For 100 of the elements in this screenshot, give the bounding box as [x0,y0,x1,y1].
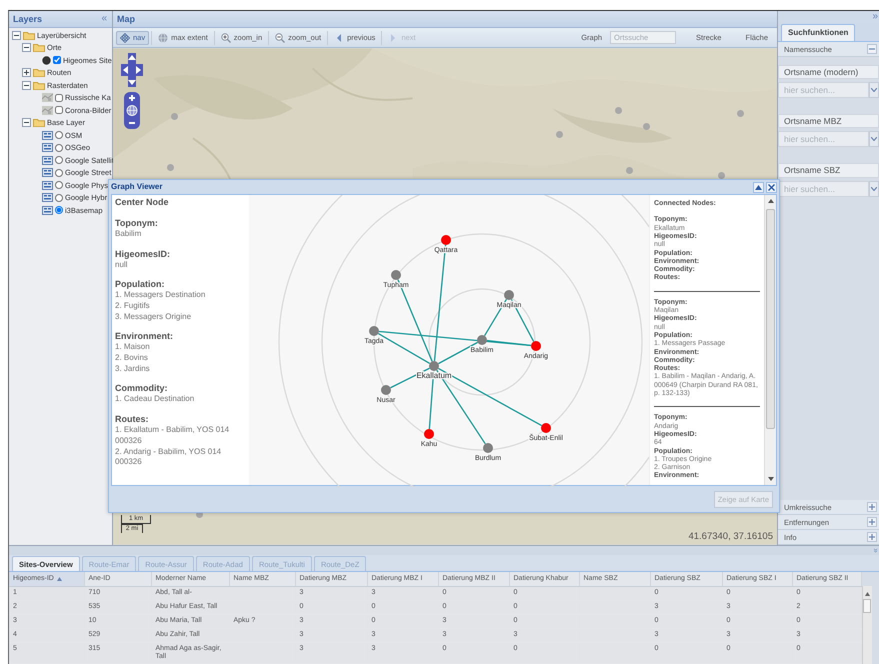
scroll-thumb[interactable] [766,209,775,429]
layer-icon [42,193,53,202]
layer-radio[interactable] [55,181,63,190]
graph-node[interactable] [483,443,493,453]
expand-button[interactable] [867,532,877,542]
field-value: 1. Maison [115,342,151,354]
graph-node[interactable] [391,270,401,280]
coordinates-readout: 41.67340, 37.16105 [688,530,773,542]
field-label: Commodity: [115,383,168,394]
plus-icon [869,519,875,525]
dropdown-button[interactable] [869,131,879,148]
close-icon [768,184,775,190]
dropdown-button[interactable] [869,82,879,98]
graph-node[interactable] [541,423,551,433]
layer-checkbox[interactable] [55,94,63,102]
field-value: 2. Fugitifs [115,300,151,312]
zoom-in-icon [220,32,231,42]
field-value: null [115,260,128,270]
scrollbar[interactable] [862,586,872,664]
dialog-title: Graph Viewer [111,182,162,192]
caret-down-icon [871,137,877,142]
layer-radio[interactable] [55,144,63,152]
layer-icon [42,180,53,190]
field-label: Population: [115,279,166,290]
field-label: Ortsname SBZ [778,163,879,178]
close-button[interactable] [766,182,777,192]
layer-icon [42,143,53,152]
minimize-button[interactable] [753,182,764,192]
map-thumbnail-icon [42,93,53,102]
panel-title: Map [117,14,135,24]
graph-node[interactable] [504,290,514,300]
field-label: Routes: [115,414,150,426]
layer-radio[interactable] [55,194,63,202]
folder-icon [33,68,45,78]
layer-icon [42,206,53,215]
layer-icon [42,168,53,178]
field-label: Toponym: [115,218,159,229]
scrollbar[interactable] [764,195,776,485]
zoom-bar[interactable] [124,92,140,129]
scroll-up-icon [768,199,774,203]
layer-radio[interactable] [55,131,63,140]
expand-button[interactable] [867,502,877,512]
move-icon [120,32,130,42]
graph-node[interactable] [424,429,434,439]
expand-toggle[interactable] [12,30,21,40]
zoom-out-icon [275,32,286,42]
panel-title: Layers [13,14,42,24]
field-value: 3. Jardins [115,364,151,374]
expand-button[interactable] [867,517,877,527]
graph-node[interactable] [477,335,487,345]
field-label: Environment: [115,331,174,342]
search-field[interactable]: hier suchen... [778,82,869,98]
pan-control[interactable] [120,52,144,88]
field-value: 2. Bovins [115,353,149,364]
folder-icon [23,30,35,40]
graph-node[interactable] [381,385,391,395]
sort-ascending-icon [56,576,62,581]
graph-node[interactable] [441,235,451,245]
layer-icon [42,156,53,165]
field-value: 3. Messagers Origine [115,312,192,322]
folder-icon [33,43,45,52]
graph-node[interactable] [369,326,379,336]
field-label: HigeomesID: [115,248,172,260]
search-field[interactable]: hier suchen... [778,131,869,148]
graph-node[interactable] [531,341,541,351]
field-value: 2. Andarig - Babilim, YOS 014 000326 [115,446,222,468]
folder-icon [33,80,45,90]
layer-checkbox[interactable] [53,56,61,64]
caret-down-icon [871,88,877,92]
layer-radio[interactable] [55,156,63,164]
layer-checkbox[interactable] [55,106,63,114]
expand-toggle[interactable] [22,68,31,78]
expand-toggle[interactable] [22,80,31,90]
plus-icon [869,534,875,540]
field-label: Ortsname MBZ [778,114,879,128]
folder-icon [33,118,45,128]
expand-toggle[interactable] [22,43,31,52]
section-heading: Center Node [115,197,170,208]
field-value: 1. Ekallatum - Babilim, YOS 014 000326 [115,425,230,447]
scroll-thumb[interactable] [863,599,871,613]
field-label: Ortsname (modern) [778,65,879,80]
field-value: Babilim [115,228,142,240]
plus-icon [869,504,875,510]
globe-icon [158,32,168,42]
field-value: 1. Messagers Destination [115,290,206,301]
collapse-button[interactable] [867,44,877,54]
field-value: 1. Cadeau Destination [115,394,196,406]
scroll-down-icon [768,477,774,481]
map-thumbnail-icon [42,106,53,115]
dropdown-button[interactable] [869,180,879,197]
caret-down-icon [871,186,877,191]
graph-node[interactable] [429,361,439,371]
expand-toggle[interactable] [22,118,31,128]
point-symbol-icon [42,56,51,65]
layer-radio[interactable] [55,206,63,214]
panel-tab[interactable]: Suchfunktionen [781,24,856,41]
minus-icon [869,46,875,52]
layer-radio[interactable] [55,168,63,177]
layer-icon [42,130,53,140]
search-field[interactable]: hier suchen... [778,180,869,197]
